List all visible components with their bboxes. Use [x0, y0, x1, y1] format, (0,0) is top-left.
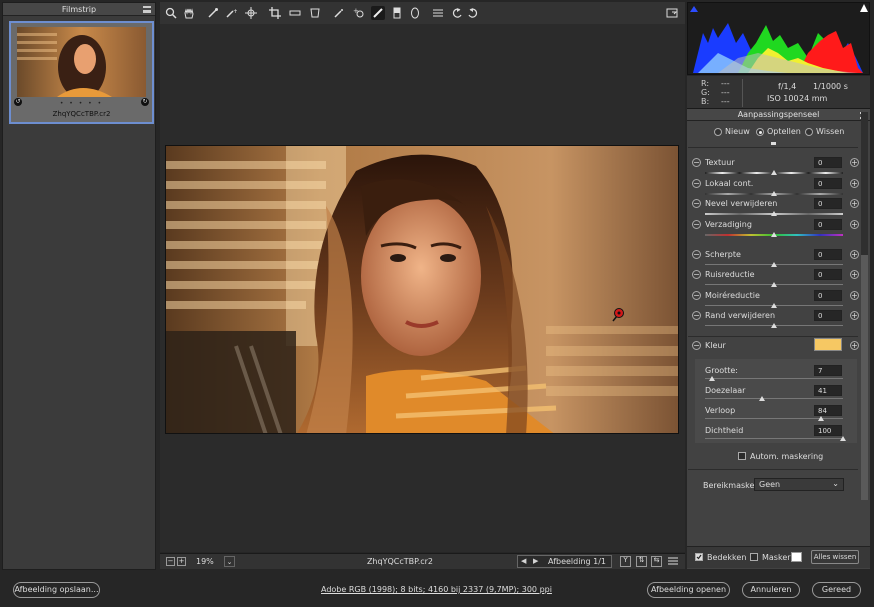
rating-stars[interactable]: • • • • •	[11, 100, 152, 107]
overlay-label: Bedekken	[707, 553, 747, 562]
shutter-value: 1/1000 s	[813, 82, 848, 91]
brush-setting-label: Grootte:	[705, 366, 738, 375]
brush-slider-group: Grootte: 7 Doezelaar 41 Verloop 84 Dichtheid 10…	[687, 109, 870, 569]
brush-setting-thumb[interactable]	[840, 436, 846, 441]
copy-settings-icon[interactable]: ⇆	[651, 556, 662, 567]
open-image-button[interactable]: Afbeelding openen	[647, 582, 730, 598]
brush-setting-track[interactable]	[705, 378, 843, 379]
transform-tool-icon[interactable]	[308, 6, 322, 20]
done-button[interactable]: Gereed	[812, 582, 861, 598]
next-image-icon[interactable]: ▶	[533, 557, 538, 565]
aperture-value: f/1,4	[778, 82, 797, 91]
adjustment-brush-icon[interactable]	[371, 6, 385, 20]
cancel-button[interactable]: Annuleren	[742, 582, 800, 598]
radial-filter-icon[interactable]	[408, 6, 422, 20]
adjustment-brush-panel: Aanpassingspenseel Nieuw Optellen Wissen…	[687, 109, 870, 569]
b-label: B:	[701, 97, 710, 106]
g-value: ---	[721, 88, 730, 97]
filmstrip-panel: Filmstrip ↺ • • • • • ↻ ZhqYQCcTBP.cr2	[2, 2, 156, 570]
white-balance-icon[interactable]	[206, 6, 220, 20]
brush-setting-label: Verloop	[705, 406, 736, 415]
straighten-tool-icon[interactable]	[288, 6, 302, 20]
targeted-adjustment-icon[interactable]	[244, 6, 258, 20]
camera-metadata: R: G: B: --- --- --- f/1,4 1/1000 s ISO …	[687, 76, 870, 109]
save-image-button[interactable]: Afbeelding opslaan...	[13, 582, 100, 598]
footer-bar: Afbeelding opslaan... Adobe RGB (1998); …	[0, 572, 874, 607]
preferences-list-icon[interactable]	[431, 6, 445, 20]
histogram	[687, 2, 870, 75]
brush-setting-label: Doezelaar	[705, 386, 746, 395]
r-value: ---	[721, 79, 730, 88]
mask-bar: Bedekken Masker Alles wissen	[687, 546, 870, 568]
zoom-tool-icon[interactable]	[164, 6, 178, 20]
prev-image-icon[interactable]: ◀	[521, 557, 526, 565]
mask-checkbox[interactable]	[750, 553, 758, 561]
brush-setting-thumb[interactable]	[759, 396, 765, 401]
chevron-down-icon: ⌄	[832, 479, 839, 488]
brush-setting-label: Dichtheid	[705, 426, 744, 435]
rotate-cw-icon[interactable]	[466, 6, 480, 20]
auto-mask-label: Autom. maskering	[750, 452, 824, 461]
thumbnail-filename: ZhqYQCcTBP.cr2	[52, 110, 111, 118]
fullscreen-toggle-icon[interactable]	[665, 6, 679, 20]
b-value: ---	[721, 97, 730, 106]
auto-mask-checkbox[interactable]	[738, 452, 746, 460]
filmstrip-menu-icon[interactable]	[143, 6, 151, 13]
rotate-right-icon[interactable]: ↻	[141, 98, 149, 106]
filmstrip-title: Filmstrip	[3, 3, 155, 16]
brush-setting-value[interactable]: 7	[814, 365, 842, 376]
brush-setting-track[interactable]	[705, 438, 843, 439]
spot-removal-icon[interactable]	[332, 6, 346, 20]
range-mask-label: Bereikmasker:	[703, 481, 761, 490]
crop-tool-icon[interactable]	[268, 6, 282, 20]
brush-setting-track[interactable]	[705, 398, 843, 399]
r-label: R:	[701, 79, 710, 88]
range-mask-value: Geen	[759, 480, 781, 489]
range-mask-select[interactable]: Geen ⌄	[754, 478, 844, 491]
workflow-options-link[interactable]: Adobe RGB (1998); 8 bits; 4160 bij 2337 …	[321, 585, 552, 594]
g-label: G:	[701, 88, 710, 97]
panel-scroll-thumb[interactable]	[861, 255, 868, 500]
divider	[688, 469, 858, 470]
thumbnail-image	[17, 27, 146, 97]
zoom-dropdown-icon[interactable]: ⌄	[224, 556, 235, 567]
graduated-filter-icon[interactable]	[390, 6, 404, 20]
brush-setting-value[interactable]: 84	[814, 405, 842, 416]
before-after-y-icon[interactable]: Y	[620, 556, 631, 567]
brush-setting-thumb[interactable]	[709, 376, 715, 381]
zoom-out-button[interactable]: −	[166, 557, 175, 566]
overlay-checkbox[interactable]	[695, 553, 703, 561]
hand-tool-icon[interactable]	[182, 6, 196, 20]
svg-text:+: +	[233, 8, 237, 15]
color-sampler-icon[interactable]: +	[224, 6, 238, 20]
filmstrip-thumbnail[interactable]: ↺ • • • • • ↻ ZhqYQCcTBP.cr2	[9, 21, 154, 124]
camera-raw-window: Filmstrip ↺ • • • • • ↻ ZhqYQCcTBP.cr2 +…	[0, 0, 874, 607]
tool-bar: + +	[160, 2, 685, 24]
image-navigator: ◀ ▶ Afbeelding 1/1	[517, 555, 612, 568]
mask-label: Masker	[762, 553, 791, 562]
preview-image[interactable]	[165, 145, 679, 434]
brush-setting-value[interactable]: 41	[814, 385, 842, 396]
image-counter: Afbeelding 1/1	[548, 557, 607, 566]
iso-value: ISO 100	[767, 94, 799, 103]
metadata-divider	[742, 79, 743, 107]
status-filename: ZhqYQCcTBP.cr2	[366, 557, 434, 566]
status-bar: − + 19% ⌄ ZhqYQCcTBP.cr2 ◀ ▶ Afbeelding …	[160, 553, 685, 569]
red-eye-icon[interactable]: +	[352, 6, 366, 20]
brush-setting-thumb[interactable]	[818, 416, 824, 421]
mask-color-swatch[interactable]	[791, 552, 802, 562]
brush-pin-icon[interactable]	[611, 307, 625, 325]
swap-settings-icon[interactable]: ⇅	[636, 556, 647, 567]
svg-text:+: +	[353, 7, 359, 15]
rotate-ccw-icon[interactable]	[450, 6, 464, 20]
brush-setting-value[interactable]: 100	[814, 425, 842, 436]
clear-all-button[interactable]: Alles wissen	[811, 550, 859, 564]
zoom-in-button[interactable]: +	[177, 557, 186, 566]
view-settings-icon[interactable]	[667, 556, 679, 569]
focal-length-value: 24 mm	[799, 94, 828, 103]
